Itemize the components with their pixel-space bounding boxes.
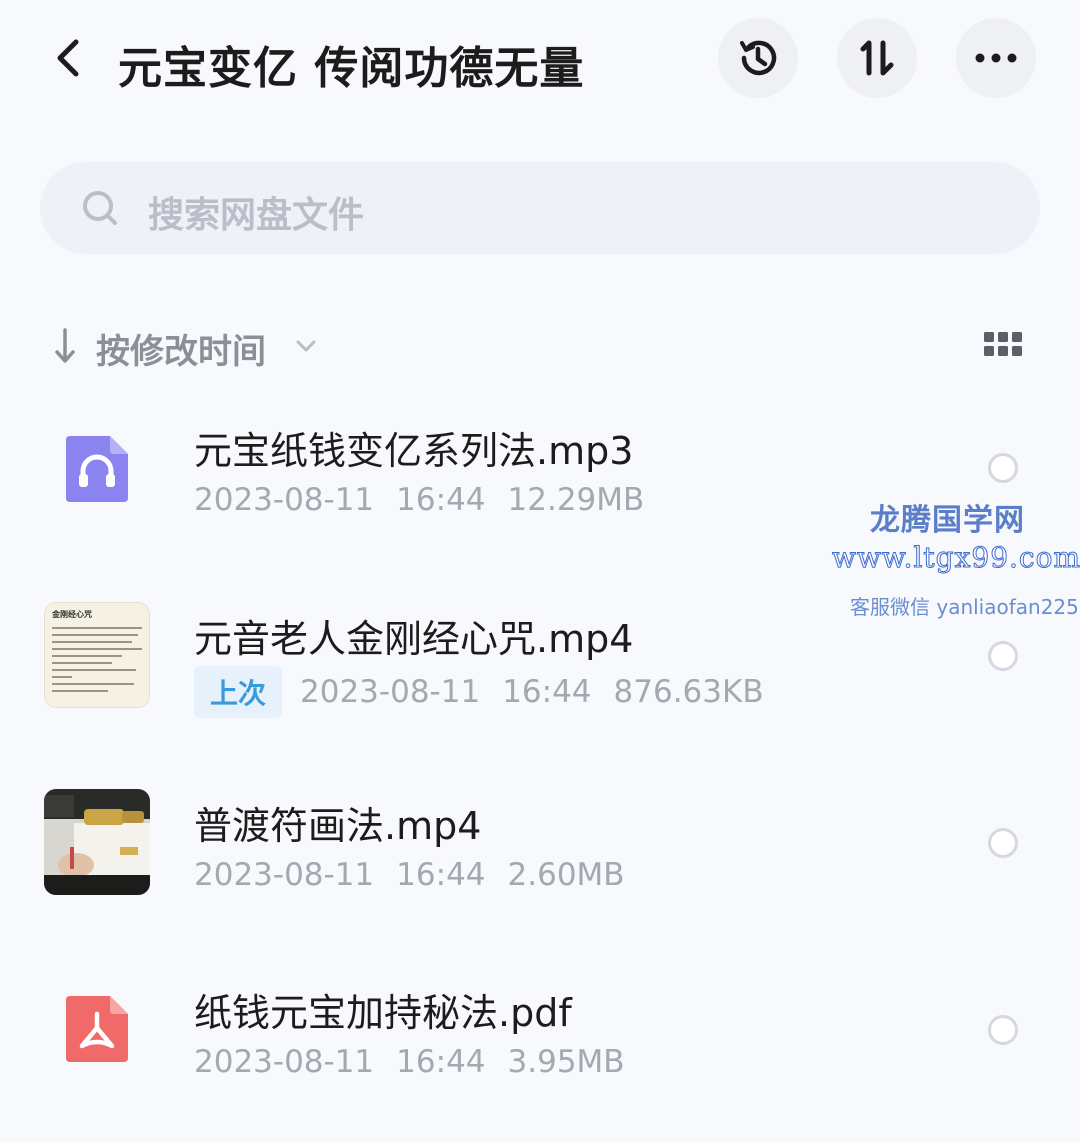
watermark-title: 龙腾国学网 — [870, 503, 1025, 538]
select-radio[interactable] — [988, 828, 1018, 858]
sort-bar: 按修改时间 — [0, 310, 1080, 380]
header-bar: 元宝变亿 传阅功德无量 — [0, 0, 1080, 120]
file-meta: 2023-08-11 16:44 12.29MB — [194, 482, 644, 518]
sort-dropdown[interactable]: 按修改时间 — [96, 324, 266, 373]
file-name: 元音老人金刚经心咒.mp4 — [194, 617, 634, 661]
thumbnail-title: 金刚经心咒 — [51, 609, 92, 619]
sort-order-button[interactable] — [837, 18, 917, 98]
search-input[interactable]: 搜索网盘文件 — [148, 186, 364, 238]
more-dots-icon — [975, 53, 1017, 63]
file-name: 普渡符画法.mp4 — [194, 804, 482, 848]
file-size: 876.63KB — [613, 674, 764, 710]
search-bar[interactable]: 搜索网盘文件 — [40, 162, 1040, 254]
sort-order-icon — [860, 40, 894, 76]
pdf-file-icon — [44, 978, 150, 1084]
select-radio[interactable] — [988, 1015, 1018, 1045]
file-date: 2023-08-11 — [194, 1044, 375, 1080]
video-thumbnail — [44, 789, 150, 895]
watermark-url: www.ltgx99.com — [831, 541, 1080, 575]
chevron-left-icon — [57, 39, 79, 77]
file-meta: 2023-08-11 16:44 2.60MB — [194, 857, 625, 893]
more-button[interactable] — [956, 18, 1036, 98]
grid-view-icon[interactable] — [984, 332, 1022, 360]
file-meta: 2023-08-11 16:44 3.95MB — [194, 1044, 625, 1080]
file-size: 3.95MB — [507, 1044, 625, 1080]
file-time: 16:44 — [396, 857, 486, 893]
select-radio[interactable] — [988, 453, 1018, 483]
watermark-contact: 客服微信 yanliaofan225 — [850, 595, 1079, 619]
chevron-down-icon[interactable] — [294, 336, 318, 356]
audio-file-icon — [44, 416, 150, 522]
select-radio[interactable] — [988, 641, 1018, 671]
back-button[interactable] — [40, 30, 96, 86]
file-size: 12.29MB — [507, 482, 645, 518]
page-title: 元宝变亿 传阅功德无量 — [118, 43, 585, 94]
file-time: 16:44 — [396, 482, 486, 518]
history-icon — [740, 40, 777, 76]
file-size: 2.60MB — [507, 857, 625, 893]
file-time: 16:44 — [396, 1044, 486, 1080]
file-row[interactable]: 普渡符画法.mp4 2023-08-11 16:44 2.60MB — [0, 775, 1080, 955]
file-name: 纸钱元宝加持秘法.pdf — [194, 991, 572, 1035]
file-row[interactable]: 纸钱元宝加持秘法.pdf 2023-08-11 16:44 3.95MB — [0, 962, 1080, 1142]
file-name: 元宝纸钱变亿系列法.mp3 — [194, 429, 634, 473]
history-button[interactable] — [718, 18, 798, 98]
last-viewed-badge: 上次 — [194, 666, 283, 718]
file-date: 2023-08-11 — [194, 857, 375, 893]
file-date: 2023-08-11 — [194, 482, 375, 518]
search-icon — [83, 191, 117, 225]
file-meta: 上次 2023-08-11 16:44 876.63KB — [194, 666, 764, 718]
arrow-down-icon — [55, 328, 75, 363]
file-date: 2023-08-11 — [300, 674, 481, 710]
file-time: 16:44 — [502, 674, 592, 710]
video-thumbnail: 金刚经心咒 — [44, 602, 150, 708]
